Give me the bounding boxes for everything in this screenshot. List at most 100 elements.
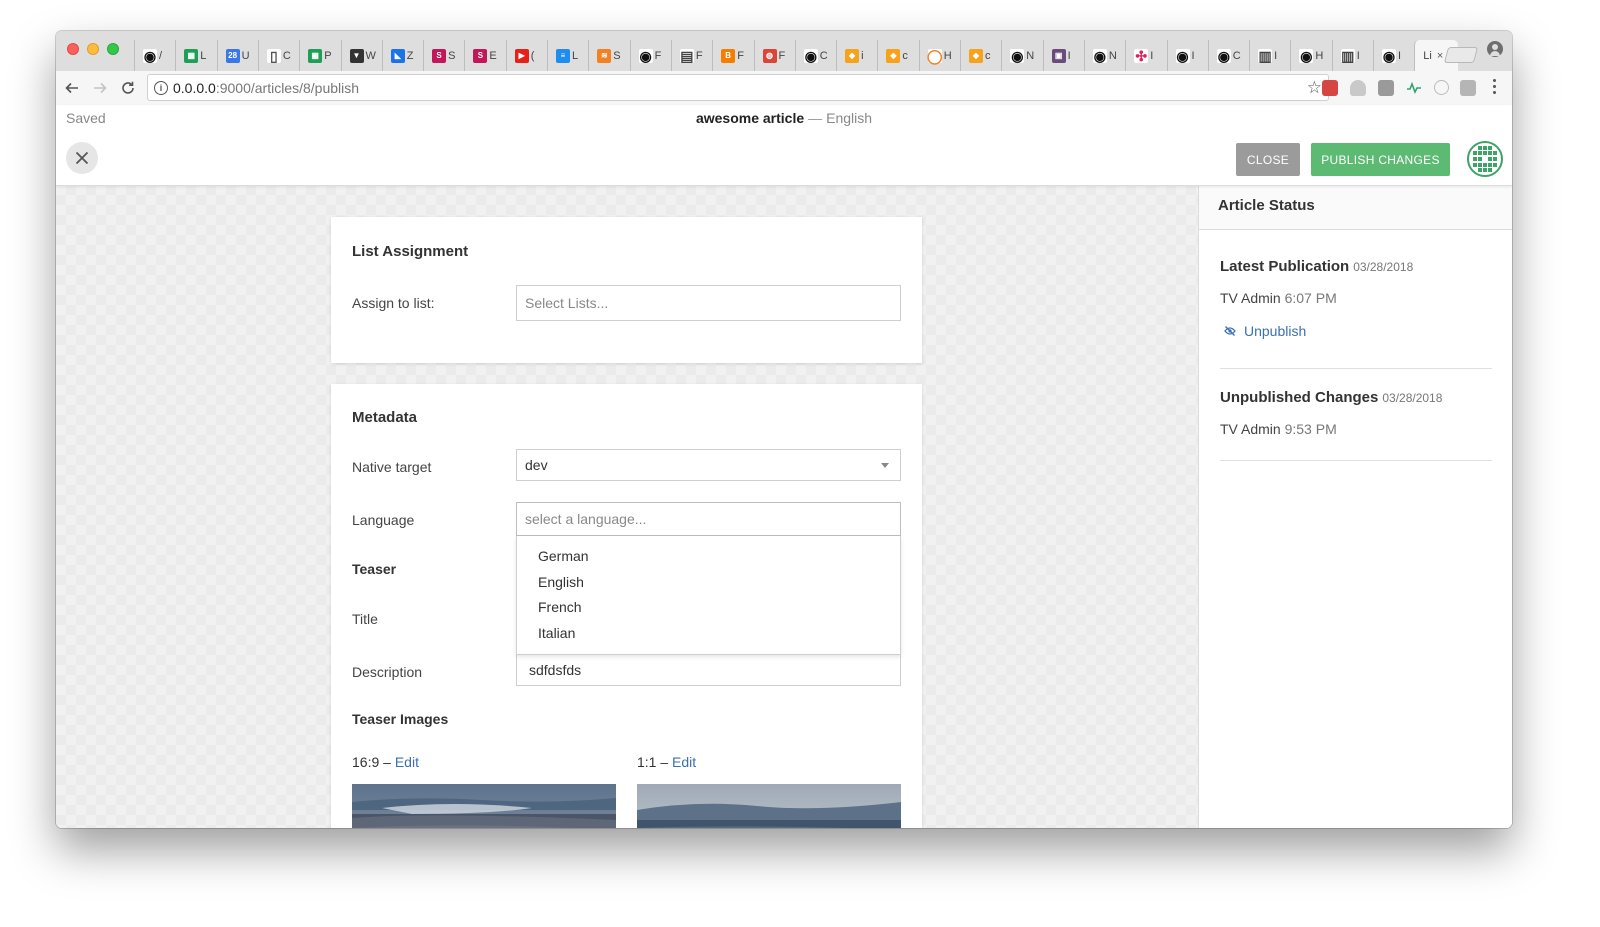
browser-tab[interactable]: 28 U [216, 40, 254, 71]
browser-tab[interactable]: ▥ I [1331, 40, 1369, 71]
browser-tab[interactable]: ◯ H [918, 40, 956, 71]
extension-camera-icon[interactable] [1378, 80, 1394, 96]
browser-tab[interactable]: ◉ N [1083, 40, 1121, 71]
tab-title: I [1067, 49, 1071, 62]
browser-tab[interactable]: ▤ F [670, 40, 708, 71]
browser-tab[interactable]: ◉ F [629, 40, 667, 71]
teaser-image-16-9[interactable] [352, 784, 616, 828]
url-text: 0.0.0.0:9000/articles/8/publish [173, 80, 360, 96]
browser-tab[interactable]: ◉ C [1207, 40, 1245, 71]
app: Saved awesome article — English CLOSE PUBL… [56, 105, 1512, 828]
description-value: sdfdsfds [529, 662, 582, 678]
menu-kebab-icon[interactable] [1493, 79, 1497, 97]
reload-button[interactable] [117, 77, 139, 99]
extension-lastpass-icon[interactable] [1322, 80, 1338, 96]
back-button[interactable] [61, 77, 83, 99]
reload-icon [122, 81, 134, 94]
latest-publication-user: TV Admin [1220, 290, 1281, 306]
browser-window: ◉ / ▦ L 28 U ▯ C ▦ P ▼ W ◣ Z S S S E ▶(≡ L ≋ S ◉ F ▤ F B F ◍ F ◉ C ◆ i ◆ c ◯… [56, 31, 1512, 828]
language-option-english[interactable]: English [517, 570, 900, 596]
publish-changes-button[interactable]: PUBLISH CHANGES [1311, 143, 1450, 176]
browser-tab[interactable]: ◉ H [1290, 40, 1327, 71]
tab-close-icon[interactable]: × [1437, 50, 1443, 62]
language-option-italian[interactable]: Italian [517, 621, 900, 647]
bookmark-star-icon[interactable]: ☆ [1307, 78, 1322, 97]
intercom-icon: ≡ [556, 48, 570, 63]
tab-title: H [943, 49, 952, 62]
extension-cloud-icon[interactable] [1350, 80, 1366, 96]
browser-tab[interactable]: ▦ L [175, 40, 212, 71]
browser-tab[interactable]: SE [464, 40, 501, 71]
browser-tab[interactable]: ✣ I [1125, 40, 1162, 71]
close-editor-button[interactable] [66, 142, 98, 174]
browser-tab[interactable]: ◍ F [753, 40, 791, 71]
tab-title: I [1274, 49, 1278, 62]
browser-tab[interactable]: ◉ C [794, 40, 832, 71]
description-input[interactable]: sdfdsfds [516, 654, 901, 686]
browser-tab[interactable]: BF [712, 40, 749, 71]
new-tab-button[interactable] [1443, 47, 1479, 63]
browser-tab[interactable]: ▶( [505, 40, 543, 71]
github-icon: ◉ [803, 47, 818, 64]
tab-title: C [1232, 49, 1241, 62]
latest-publication-meta: TV Admin 6:07 PM [1220, 290, 1337, 306]
extension-circle-icon[interactable] [1434, 80, 1449, 95]
tab-title: I [1356, 49, 1360, 62]
browser-tab[interactable]: ▯ C [257, 40, 295, 71]
browser-tab[interactable]: ◣ Z [381, 40, 419, 71]
window-minimize-button[interactable] [87, 43, 99, 55]
tab-title: I [1398, 49, 1402, 62]
browser-tab[interactable]: ◉ I [1373, 40, 1410, 71]
chart-icon: ◣ [390, 48, 405, 63]
github-icon: ◉ [143, 47, 157, 64]
browser-tab[interactable]: ◆ i [836, 40, 873, 71]
reader-icon: ▥ [1258, 47, 1273, 64]
browser-tab[interactable]: ◉ / [134, 40, 171, 71]
browser-tab[interactable]: ◉ I [1166, 40, 1204, 71]
browser-tab[interactable]: SS [423, 40, 460, 71]
edit-1-1-link[interactable]: Edit [672, 754, 696, 770]
tab-title: L [572, 49, 579, 62]
browser-tab[interactable]: ◆ c [960, 40, 997, 71]
browser-tab[interactable]: ▣ I [1042, 40, 1080, 71]
edit-16-9-link[interactable]: Edit [395, 754, 419, 770]
tab-title: S [613, 49, 621, 62]
extension-square-icon[interactable] [1460, 80, 1476, 96]
shield-icon: ▼ [349, 48, 364, 63]
unpublish-link[interactable]: Unpublish [1224, 323, 1306, 339]
browser-toolbar: i 0.0.0.0:9000/articles/8/publish ☆ [56, 71, 1512, 106]
language-option-german[interactable]: German [517, 544, 900, 570]
chrome-icon: ◍ [762, 48, 777, 63]
browser-tab[interactable]: ≋ S [588, 40, 625, 71]
ratio-1-1-row: 1:1 – Edit [637, 754, 696, 770]
avatar[interactable] [1467, 141, 1503, 177]
browser-tab[interactable]: ▦ P [299, 40, 336, 71]
assign-to-list-select[interactable]: Select Lists... [516, 285, 901, 321]
native-target-select[interactable]: dev [516, 449, 901, 481]
tab-title: U [241, 49, 250, 62]
window-close-button[interactable] [67, 43, 79, 55]
teaser-image-1-1[interactable] [637, 784, 901, 828]
language-select[interactable]: select a language... [516, 502, 901, 536]
assign-to-list-label: Assign to list: [352, 295, 435, 311]
ratio-16-9-row: 16:9 – Edit [352, 754, 419, 770]
close-button[interactable]: CLOSE [1236, 143, 1300, 176]
address-bar[interactable]: i 0.0.0.0:9000/articles/8/publish ☆ [147, 74, 1329, 101]
browser-tab[interactable]: ▥ I [1249, 40, 1286, 71]
browser-tab[interactable]: ◆ c [877, 40, 914, 71]
stack-icon: ≋ [597, 48, 612, 63]
extension-pulse-icon[interactable] [1406, 80, 1422, 96]
info-icon[interactable]: i [154, 81, 168, 95]
browser-tab[interactable]: ▼ W [340, 40, 378, 71]
browser-tab[interactable]: ≡ L [547, 40, 584, 71]
profile-icon[interactable] [1487, 41, 1503, 57]
forward-button[interactable] [89, 77, 111, 99]
github-icon: ◉ [1175, 47, 1190, 64]
window-maximize-button[interactable] [107, 43, 119, 55]
language-option-french[interactable]: French [517, 595, 900, 621]
browser-tab[interactable]: ◉ N [1001, 40, 1038, 71]
tab-title: W [365, 49, 376, 62]
tab-title: C [819, 49, 828, 62]
language-label: Language [352, 512, 415, 528]
tab-strip: ◉ / ▦ L 28 U ▯ C ▦ P ▼ W ◣ Z S S S E ▶(≡ L ≋ S ◉ F ▤ F B F ◍ F ◉ C ◆ i ◆ c ◯… [56, 31, 1512, 72]
